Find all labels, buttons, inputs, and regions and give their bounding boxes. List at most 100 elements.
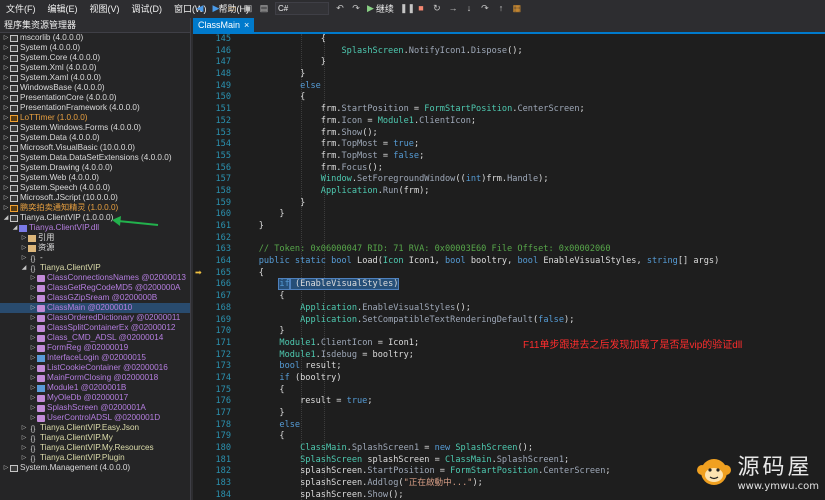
collapse-arrow-icon[interactable]: ◢ xyxy=(20,263,28,273)
expand-arrow-icon[interactable]: ▷ xyxy=(2,173,10,183)
tree-item[interactable]: ▷ FormReg @02000019 xyxy=(0,343,190,353)
tree-item[interactable]: ▷ SplashScreen @0200001A xyxy=(0,403,190,413)
breakpoint-window-icon[interactable]: ▦ xyxy=(512,3,522,13)
expand-arrow-icon[interactable]: ▷ xyxy=(29,413,37,423)
tree-item[interactable]: ▷ System.Xaml (4.0.0.0) xyxy=(0,73,190,83)
open-folder-icon[interactable]: ▭ xyxy=(227,3,237,13)
expand-arrow-icon[interactable]: ▷ xyxy=(2,143,10,153)
tree-item[interactable]: ▷ ClassSplitContainerEx @02000012 xyxy=(0,323,190,333)
expand-arrow-icon[interactable]: ▷ xyxy=(29,283,37,293)
expand-arrow-icon[interactable]: ▷ xyxy=(29,383,37,393)
expand-arrow-icon[interactable]: ▷ xyxy=(29,323,37,333)
show-next-statement-icon[interactable]: → xyxy=(448,3,458,13)
expand-arrow-icon[interactable]: ▷ xyxy=(2,103,10,113)
tree-item[interactable]: ▷ ClassConnectionsNames @02000013 xyxy=(0,273,190,283)
expand-arrow-icon[interactable]: ▷ xyxy=(29,293,37,303)
tree-item[interactable]: ▷ System.Xml (4.0.0.0) xyxy=(0,63,190,73)
save-icon[interactable]: ▣ xyxy=(243,3,253,13)
expand-arrow-icon[interactable]: ▷ xyxy=(20,423,28,433)
expand-arrow-icon[interactable]: ▷ xyxy=(29,333,37,343)
tree-item[interactable]: ▷ Microsoft.JScript (10.0.0.0) xyxy=(0,193,190,203)
tree-item[interactable]: ▷ ClassGZipSream @0200000B xyxy=(0,293,190,303)
menu-item[interactable]: 文件(F) xyxy=(0,2,42,15)
restart-icon[interactable]: ↻ xyxy=(432,3,442,13)
tree-item[interactable]: ▷ InterfaceLogin @02000015 xyxy=(0,353,190,363)
tree-item[interactable]: ▷ 鹏奕拍卖通知精灵 (1.0.0.0) xyxy=(0,203,190,213)
expand-arrow-icon[interactable]: ▷ xyxy=(2,33,10,43)
menu-item[interactable]: 调试(D) xyxy=(126,2,169,15)
tree-item[interactable]: ▷{} - xyxy=(0,253,190,263)
tree-item[interactable]: ▷ System.Drawing (4.0.0.0) xyxy=(0,163,190,173)
tree-item[interactable]: ▷ ListCookieContainer @02000016 xyxy=(0,363,190,373)
expand-arrow-icon[interactable]: ▷ xyxy=(29,313,37,323)
tree-item[interactable]: ▷ MainFormClosing @02000018 xyxy=(0,373,190,383)
expand-arrow-icon[interactable]: ▷ xyxy=(29,403,37,413)
expand-arrow-icon[interactable]: ▷ xyxy=(29,303,37,313)
tree-item[interactable]: ▷ System.Data (4.0.0.0) xyxy=(0,133,190,143)
code-editor[interactable]: 145 {146 SplashScreen.NotifyIcon1.Dispos… xyxy=(193,34,825,500)
step-out-icon[interactable]: ↑ xyxy=(496,3,506,13)
expand-arrow-icon[interactable]: ▷ xyxy=(29,343,37,353)
expand-arrow-icon[interactable]: ▷ xyxy=(2,183,10,193)
expand-arrow-icon[interactable]: ▷ xyxy=(2,43,10,53)
language-select[interactable]: C# xyxy=(275,1,329,15)
pause-icon[interactable]: ❚❚ xyxy=(400,3,415,13)
tree-item[interactable]: ▷ UserControlADSL @0200001D xyxy=(0,413,190,423)
expand-arrow-icon[interactable]: ▷ xyxy=(2,53,10,63)
tree-item[interactable]: ▷ WindowsBase (4.0.0.0) xyxy=(0,83,190,93)
tree-item[interactable]: ▷ ClassOrderedDictionary @02000011 xyxy=(0,313,190,323)
menu-item[interactable]: 视图(V) xyxy=(84,2,126,15)
collapse-arrow-icon[interactable]: ◢ xyxy=(11,223,19,233)
save-all-icon[interactable]: ▤ xyxy=(259,3,269,13)
tree-item[interactable]: ▷{} Tianya.ClientVIP.Plugin xyxy=(0,453,190,463)
expand-arrow-icon[interactable]: ▷ xyxy=(2,133,10,143)
expand-arrow-icon[interactable]: ▷ xyxy=(2,63,10,73)
tree-item[interactable]: ▷ System.Management (4.0.0.0) xyxy=(0,463,190,473)
continue-button[interactable]: ▶ 继续 xyxy=(367,2,394,15)
tree-item[interactable]: ▷ System.Core (4.0.0.0) xyxy=(0,53,190,63)
expand-arrow-icon[interactable]: ▷ xyxy=(2,93,10,103)
tree-item[interactable]: ▷ Microsoft.VisualBasic (10.0.0.0) xyxy=(0,143,190,153)
expand-arrow-icon[interactable]: ▷ xyxy=(20,443,28,453)
step-into-icon[interactable]: ↓ xyxy=(464,3,474,13)
close-icon[interactable]: × xyxy=(244,18,249,32)
expand-arrow-icon[interactable]: ▷ xyxy=(29,393,37,403)
expand-arrow-icon[interactable]: ▷ xyxy=(20,243,28,253)
back-icon[interactable]: ◀ xyxy=(195,3,205,13)
tree-item[interactable]: ▷ ClassMain @02000010 xyxy=(0,303,190,313)
expand-arrow-icon[interactable]: ▷ xyxy=(20,253,28,263)
tree-item[interactable]: ▷ LoTTimer (1.0.0.0) xyxy=(0,113,190,123)
expand-arrow-icon[interactable]: ▷ xyxy=(20,453,28,463)
tree-item[interactable]: ▷ Module1 @0200001B xyxy=(0,383,190,393)
tab-classmain[interactable]: ClassMain × xyxy=(193,18,255,32)
tree-item[interactable]: ▷ PresentationFramework (4.0.0.0) xyxy=(0,103,190,113)
step-over-icon[interactable]: ↷ xyxy=(480,3,490,13)
tree-item[interactable]: ▷ System.Speech (4.0.0.0) xyxy=(0,183,190,193)
tree-item[interactable]: ▷ System.Windows.Forms (4.0.0.0) xyxy=(0,123,190,133)
tree-item[interactable]: ▷ Class_CMD_ADSL @02000014 xyxy=(0,333,190,343)
tree-item[interactable]: ▷ MyOleDb @02000017 xyxy=(0,393,190,403)
expand-arrow-icon[interactable]: ▷ xyxy=(29,363,37,373)
tree-item[interactable]: ▷{} Tianya.ClientVIP.My xyxy=(0,433,190,443)
tree-item[interactable]: ▷ mscorlib (4.0.0.0) xyxy=(0,33,190,43)
tree-item[interactable]: ▷{} Tianya.ClientVIP.My.Resources xyxy=(0,443,190,453)
tree-item[interactable]: ▷ ClassGetRegCodeMD5 @0200000A xyxy=(0,283,190,293)
tree-item[interactable]: ▷ System (4.0.0.0) xyxy=(0,43,190,53)
tree-item[interactable]: ▷{} Tianya.ClientVIP.Easy.Json xyxy=(0,423,190,433)
expand-arrow-icon[interactable]: ▷ xyxy=(29,353,37,363)
menu-item[interactable]: 编辑(E) xyxy=(42,2,84,15)
expand-arrow-icon[interactable]: ▷ xyxy=(29,373,37,383)
stop-icon[interactable]: ■ xyxy=(416,3,426,13)
tree-item[interactable]: ▷ 资源 xyxy=(0,243,190,253)
expand-arrow-icon[interactable]: ▷ xyxy=(2,83,10,93)
redo-icon[interactable]: ↷ xyxy=(351,3,361,13)
expand-arrow-icon[interactable]: ▷ xyxy=(20,433,28,443)
tree-item[interactable]: ◢{} Tianya.ClientVIP xyxy=(0,263,190,273)
expand-arrow-icon[interactable]: ▷ xyxy=(2,163,10,173)
expand-arrow-icon[interactable]: ▷ xyxy=(2,203,10,213)
tree-item[interactable]: ▷ System.Data.DataSetExtensions (4.0.0.0) xyxy=(0,153,190,163)
expand-arrow-icon[interactable]: ▷ xyxy=(20,233,28,243)
expand-arrow-icon[interactable]: ▷ xyxy=(2,153,10,163)
expand-arrow-icon[interactable]: ▷ xyxy=(2,73,10,83)
undo-icon[interactable]: ↶ xyxy=(335,3,345,13)
